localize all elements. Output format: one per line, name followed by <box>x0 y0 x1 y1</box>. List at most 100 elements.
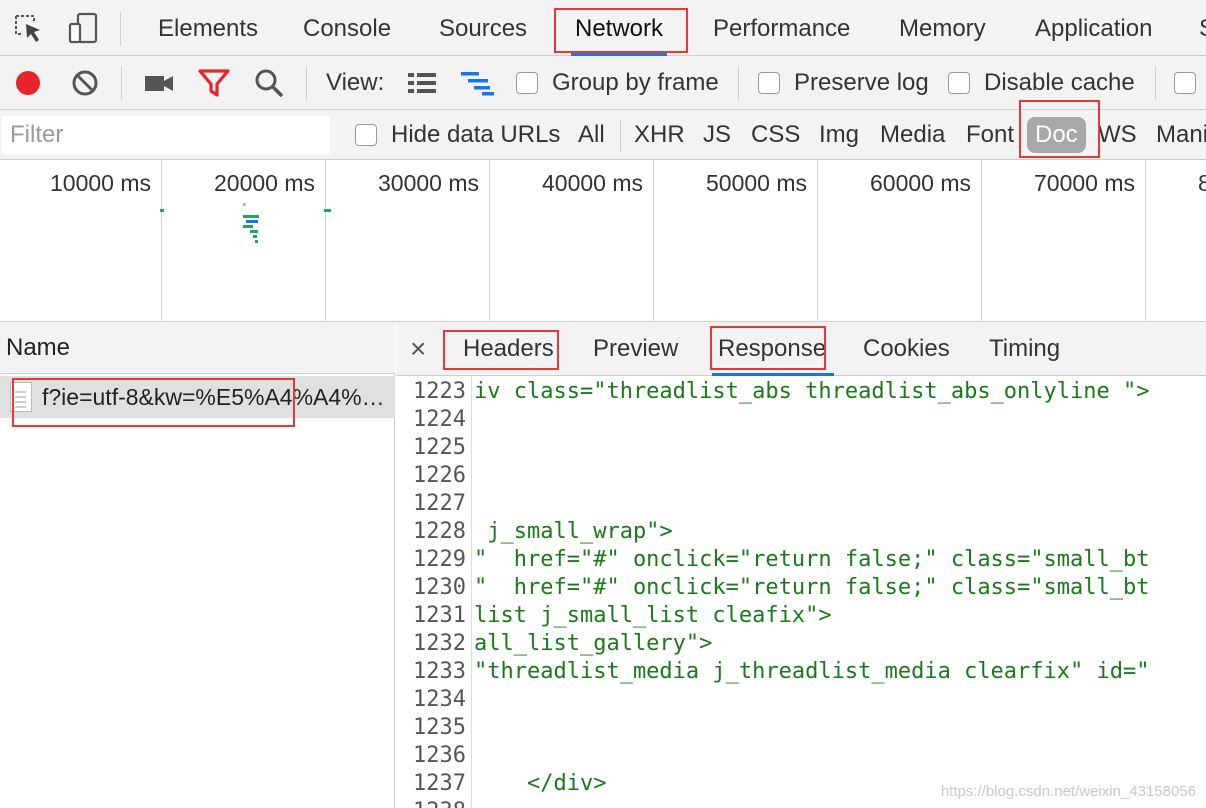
waterfall-overview-icon <box>461 72 494 96</box>
preserve-log-label: Preserve log <box>794 69 929 96</box>
code-line: list j_small_list cleafix"> <box>474 603 832 628</box>
filter-type-manifest[interactable]: Mani <box>1156 110 1206 160</box>
tab-cookies[interactable]: Cookies <box>863 326 950 372</box>
response-source-view[interactable]: 1223 iv class="threadlist_abs threadlist_… <box>396 376 1206 808</box>
line-number: 1226 <box>413 463 466 488</box>
tab-response[interactable]: Response <box>711 326 835 376</box>
tick-label: 70000 ms <box>1034 170 1136 196</box>
checkbox-box[interactable] <box>758 72 780 94</box>
line-number: 1233 <box>413 659 466 684</box>
search-icon <box>255 69 284 98</box>
group-by-frame-checkbox[interactable]: Group by frame <box>516 56 719 110</box>
divider <box>620 119 621 151</box>
filter-type-font[interactable]: Font <box>966 110 1014 160</box>
filter-type-doc[interactable]: Doc <box>1027 117 1086 153</box>
tab-memory[interactable]: Memory <box>899 6 986 52</box>
large-request-rows-button[interactable] <box>407 56 437 110</box>
divider <box>120 12 121 46</box>
filter-type-xhr[interactable]: XHR <box>634 110 685 160</box>
code-line: all_list_gallery"> <box>474 631 713 656</box>
line-number: 1225 <box>413 435 466 460</box>
video-camera-icon <box>145 76 173 91</box>
tab-sources[interactable]: Sources <box>439 6 527 52</box>
preserve-log-checkbox[interactable]: Preserve log <box>758 56 929 110</box>
code-line: "threadlist_media j_threadlist_media cle… <box>474 659 1150 684</box>
network-toolbar: View: Group by frame Preserve log Disabl… <box>0 56 1206 110</box>
tab-console[interactable]: Console <box>303 6 391 52</box>
filter-funnel-icon <box>198 69 230 97</box>
request-bar <box>243 215 259 218</box>
filter-type-media[interactable]: Media <box>880 110 945 160</box>
checkbox-box[interactable] <box>948 72 970 94</box>
show-overview-button[interactable] <box>460 56 496 110</box>
tab-preview[interactable]: Preview <box>593 326 678 372</box>
request-bar <box>243 225 253 228</box>
hide-data-urls-checkbox[interactable]: Hide data URLs <box>355 110 560 160</box>
devtools-tab-bar: Elements Console Sources Network Perform… <box>0 0 1206 56</box>
line-number: 1229 <box>413 547 466 572</box>
tab-performance[interactable]: Performance <box>713 6 850 52</box>
filter-bar: Hide data URLs All XHR JS CSS Img Media … <box>0 110 1206 160</box>
request-bar <box>324 209 331 212</box>
timeline-overview[interactable]: 10000 ms 20000 ms 30000 ms 40000 ms 5000… <box>0 160 1206 322</box>
request-bar <box>243 203 246 206</box>
line-number: 1224 <box>413 407 466 432</box>
request-bar <box>160 209 164 212</box>
request-detail-pane: × Headers Preview Response Cookies Timin… <box>396 322 1206 808</box>
filter-type-all[interactable]: All <box>578 110 605 160</box>
close-icon[interactable]: × <box>410 330 426 368</box>
tab-timing[interactable]: Timing <box>989 326 1060 372</box>
offline-checkbox[interactable] <box>1174 56 1206 110</box>
tick-label: 20000 ms <box>214 170 316 196</box>
line-number: 1227 <box>413 491 466 516</box>
divider <box>121 66 122 100</box>
code-line: j_small_wrap"> <box>474 519 673 544</box>
tab-application[interactable]: Application <box>1035 6 1152 52</box>
clear-button[interactable] <box>70 56 100 110</box>
tab-headers[interactable]: Headers <box>463 326 554 372</box>
tab-elements[interactable]: Elements <box>158 6 258 52</box>
grid-line <box>981 160 982 322</box>
line-number: 1228 <box>413 519 466 544</box>
checkbox-box[interactable] <box>1174 72 1196 94</box>
watermark: https://blog.csdn.net/weixin_43158056 <box>940 783 1196 800</box>
request-bar <box>246 220 258 223</box>
request-row[interactable]: f?ie=utf-8&kw=%E5%A4%A4%E4%BB%A4 <box>0 376 395 418</box>
request-bar <box>253 235 257 238</box>
filter-type-ws[interactable]: WS <box>1098 110 1137 160</box>
filter-type-css[interactable]: CSS <box>751 110 800 160</box>
request-list-pane: Name f?ie=utf-8&kw=%E5%A4%A4%E4%BB%A4 <box>0 322 395 808</box>
filter-type-js[interactable]: JS <box>703 110 731 160</box>
record-icon <box>16 71 40 95</box>
name-column-header[interactable]: Name <box>0 322 395 374</box>
line-number: 1234 <box>413 687 466 712</box>
line-number: 1235 <box>413 715 466 740</box>
inspect-element-icon[interactable] <box>12 12 48 46</box>
hide-data-urls-label: Hide data URLs <box>391 121 561 148</box>
divider <box>306 66 307 100</box>
checkbox-box[interactable] <box>355 124 377 146</box>
clear-icon <box>72 70 98 96</box>
checkbox-box[interactable] <box>516 72 538 94</box>
line-number: 1230 <box>413 575 466 600</box>
search-button[interactable] <box>254 56 284 110</box>
disable-cache-checkbox[interactable]: Disable cache <box>948 56 1135 110</box>
group-by-frame-label: Group by frame <box>552 69 719 96</box>
disable-cache-label: Disable cache <box>984 69 1135 96</box>
record-button[interactable] <box>14 56 42 110</box>
tick-label: 60000 ms <box>870 170 972 196</box>
code-line: " href="#" onclick="return false;" class… <box>474 575 1150 600</box>
filter-toggle-button[interactable] <box>198 56 230 110</box>
tick-label: 50000 ms <box>706 170 808 196</box>
filter-type-img[interactable]: Img <box>819 110 859 160</box>
view-label: View: <box>326 56 384 110</box>
device-toolbar-icon[interactable] <box>66 12 102 46</box>
filter-input[interactable] <box>2 116 330 154</box>
code-line: " href="#" onclick="return false;" class… <box>474 547 1150 572</box>
divider <box>1155 66 1156 100</box>
view-label-text: View: <box>326 69 385 96</box>
tab-network[interactable]: Network <box>570 6 668 56</box>
capture-screenshots-button[interactable] <box>144 56 174 110</box>
grid-line <box>817 160 818 322</box>
tab-security-truncated[interactable]: S <box>1199 6 1206 52</box>
